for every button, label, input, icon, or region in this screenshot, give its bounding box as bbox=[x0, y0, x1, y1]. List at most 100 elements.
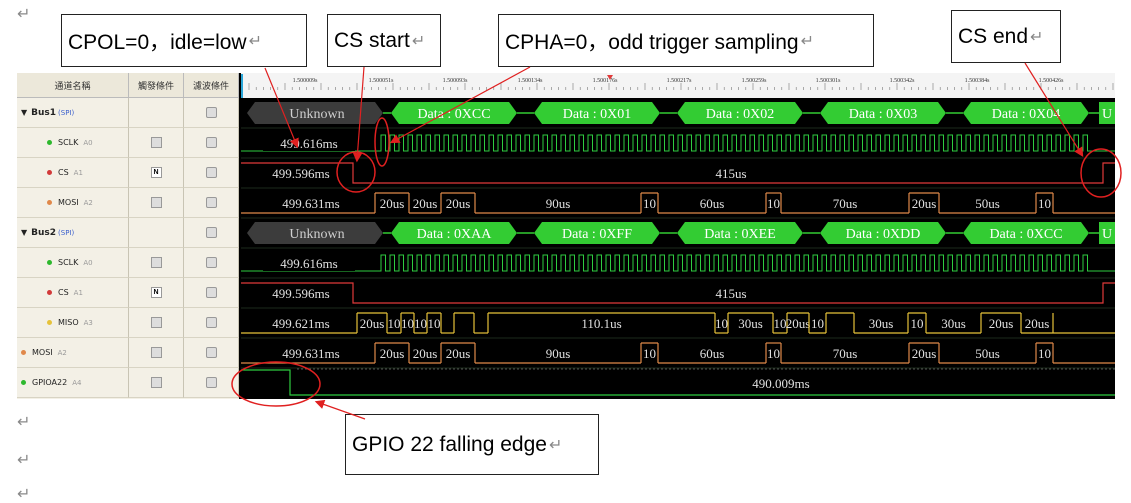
filter-cell[interactable] bbox=[184, 338, 239, 368]
mosi1-trace-width-label: 10 bbox=[643, 196, 656, 211]
cs1-trace bbox=[241, 162, 1115, 184]
filter-checkbox-icon[interactable] bbox=[205, 137, 217, 148]
channel-label: CS A1 bbox=[17, 158, 129, 188]
bus2-frame-label: Data : 0XAA bbox=[417, 227, 493, 242]
paragraph-mark: ↵ bbox=[411, 32, 426, 50]
filter-checkbox-icon[interactable] bbox=[205, 317, 217, 328]
mosi1-trace-width-label: 10 bbox=[1038, 196, 1051, 211]
filter-cell[interactable] bbox=[184, 128, 239, 158]
mosi1-trace-time-label: 499.631ms bbox=[282, 196, 339, 211]
expand-arrow-icon[interactable]: ▼ bbox=[21, 228, 27, 237]
channel-name: GPIOA22 bbox=[32, 378, 68, 387]
channel-label: ▼ Bus2 (SPI) bbox=[17, 218, 129, 248]
filter-cell[interactable] bbox=[184, 188, 239, 218]
channel-name: SCLK bbox=[58, 258, 79, 267]
miso-width-label: 10 bbox=[715, 316, 728, 331]
cs2-trace bbox=[241, 282, 1115, 304]
channel-row[interactable]: MISO A3 bbox=[17, 308, 239, 338]
timeline-tick-label: 1.500384s bbox=[965, 78, 991, 84]
trigger-cell[interactable] bbox=[129, 248, 184, 278]
callout-cpha: CPHA=0，odd trigger sampling ↵ bbox=[498, 14, 874, 67]
callout-text: CPHA=0，odd trigger sampling bbox=[505, 30, 799, 54]
channel-pin: A2 bbox=[83, 198, 93, 207]
filter-checkbox-icon[interactable] bbox=[205, 347, 217, 358]
gpio-trace bbox=[241, 369, 1115, 396]
trigger-checkbox-icon[interactable] bbox=[150, 197, 162, 208]
callout-cpol: CPOL=0，idle=low ↵ bbox=[61, 14, 307, 67]
channel-color-icon bbox=[47, 140, 52, 145]
miso-width-label: 10 bbox=[811, 316, 824, 331]
trigger-checkbox-icon[interactable] bbox=[150, 377, 162, 388]
channel-color-icon bbox=[47, 320, 52, 325]
channel-name: CS bbox=[58, 288, 69, 297]
miso-width-label: 20us bbox=[360, 316, 385, 331]
filter-checkbox-icon[interactable] bbox=[205, 167, 217, 178]
filter-checkbox-icon[interactable] bbox=[205, 197, 217, 208]
miso-width-label: 20us bbox=[786, 316, 811, 331]
timeline-tick-label: 1.500051s bbox=[369, 78, 395, 84]
sclk2-trace bbox=[241, 254, 1115, 272]
channel-row[interactable]: SCLK A0 bbox=[17, 248, 239, 278]
filter-checkbox-icon[interactable] bbox=[205, 377, 217, 388]
channel-row[interactable]: MOSI A2 bbox=[17, 338, 239, 368]
header-filter: 濾波條件 bbox=[184, 73, 239, 98]
channel-row[interactable]: ▼ Bus2 (SPI) bbox=[17, 218, 239, 248]
trigger-cell[interactable] bbox=[129, 308, 184, 338]
trigger-cell[interactable] bbox=[129, 218, 184, 248]
trigger-cell[interactable] bbox=[129, 368, 184, 398]
trigger-cell[interactable] bbox=[129, 188, 184, 218]
mosi2-trace-width-label: 20us bbox=[446, 346, 471, 361]
miso-width-label: 20us bbox=[1025, 316, 1050, 331]
mosi2-trace-width-label: 20us bbox=[413, 346, 438, 361]
mosi1-trace-width-label: 90us bbox=[546, 196, 571, 211]
paragraph-mark: ↵ bbox=[17, 484, 31, 503]
filter-cell[interactable] bbox=[184, 248, 239, 278]
channel-row[interactable]: GPIOA22 A4 bbox=[17, 368, 239, 398]
filter-cell[interactable] bbox=[184, 218, 239, 248]
miso-width-label: 30us bbox=[941, 316, 966, 331]
header-trigger: 觸發條件 bbox=[129, 73, 184, 98]
filter-checkbox-icon[interactable] bbox=[205, 107, 217, 118]
filter-cell[interactable] bbox=[184, 368, 239, 398]
filter-cell[interactable] bbox=[184, 278, 239, 308]
channel-row[interactable]: CS A1 N bbox=[17, 278, 239, 308]
bus1-tail-label: U bbox=[1102, 107, 1112, 122]
bus2-frame-label: Data : 0XCC bbox=[989, 227, 1062, 242]
waveform-area[interactable]: 1.500009s 1.500051s 1.500093s 1.500134s 1.50… bbox=[241, 73, 1115, 399]
trigger-checkbox-icon[interactable] bbox=[150, 137, 162, 148]
channel-pin: A4 bbox=[72, 378, 82, 387]
miso-width-label: 20us bbox=[989, 316, 1014, 331]
channel-row[interactable]: CS A1 N bbox=[17, 158, 239, 188]
trigger-cell[interactable]: N bbox=[129, 278, 184, 308]
expand-arrow-icon[interactable]: ▼ bbox=[21, 108, 27, 117]
trigger-checkbox-icon[interactable] bbox=[150, 347, 162, 358]
miso-width-label: 10 bbox=[428, 316, 441, 331]
gpio-width-label: 490.009ms bbox=[752, 376, 809, 391]
falling-edge-trigger-icon[interactable]: N bbox=[150, 167, 162, 178]
filter-cell[interactable] bbox=[184, 98, 239, 128]
channel-label: MOSI A2 bbox=[17, 338, 129, 368]
mosi1-trace-width-label: 10 bbox=[767, 196, 780, 211]
filter-cell[interactable] bbox=[184, 158, 239, 188]
logic-analyzer-screenshot: 通道名稱 觸發條件 濾波條件 ▼ Bus1 (SPI) SCLK A0 CS A1 N MOSI… bbox=[17, 73, 1115, 399]
trigger-cell[interactable] bbox=[129, 98, 184, 128]
mosi2-trace-width-label: 70us bbox=[833, 346, 858, 361]
filter-checkbox-icon[interactable] bbox=[205, 287, 217, 298]
channel-row[interactable]: SCLK A0 bbox=[17, 128, 239, 158]
filter-cell[interactable] bbox=[184, 308, 239, 338]
filter-checkbox-icon[interactable] bbox=[205, 257, 217, 268]
falling-edge-trigger-icon[interactable]: N bbox=[150, 287, 162, 298]
trigger-cell[interactable]: N bbox=[129, 158, 184, 188]
channel-row[interactable]: ▼ Bus1 (SPI) bbox=[17, 98, 239, 128]
trigger-checkbox-icon[interactable] bbox=[150, 257, 162, 268]
bus2-unknown-label: Unknown bbox=[289, 227, 344, 242]
channel-pin: A1 bbox=[73, 288, 83, 297]
channel-row[interactable]: MOSI A2 bbox=[17, 188, 239, 218]
bus-name: Bus1 bbox=[31, 107, 57, 118]
trigger-checkbox-icon[interactable] bbox=[150, 317, 162, 328]
bus-name: Bus2 bbox=[31, 227, 57, 238]
trigger-cell[interactable] bbox=[129, 128, 184, 158]
trigger-cell[interactable] bbox=[129, 338, 184, 368]
filter-checkbox-icon[interactable] bbox=[205, 227, 217, 238]
paragraph-mark: ↵ bbox=[1030, 28, 1044, 46]
